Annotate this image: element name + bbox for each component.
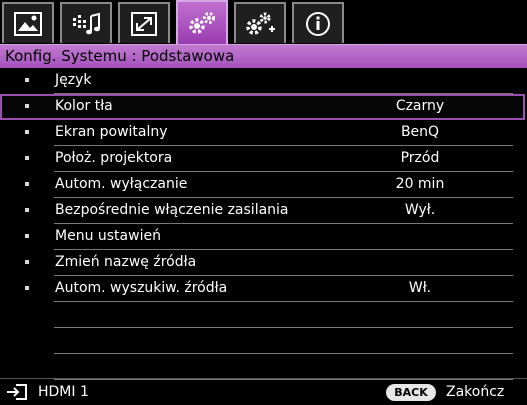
bullet-icon <box>25 130 29 134</box>
tab-display[interactable] <box>118 2 170 43</box>
settings-list: Język Kolor tła Czarny Ekran powitalny B… <box>0 68 527 380</box>
bullet-icon <box>25 78 29 82</box>
menu-item-label: Położ. projektora <box>55 150 173 166</box>
menu-item-label: Zmień nazwę źródła <box>55 254 197 270</box>
menu-item-value <box>360 250 480 275</box>
menu-item-value: Czarny <box>395 98 445 114</box>
menu-item-label: Bezpośrednie włączenie zasilania <box>55 202 289 218</box>
menu-item-background-color[interactable]: Kolor tła Czarny <box>0 94 525 120</box>
menu-item-rename-source[interactable]: Zmień nazwę źródła <box>0 250 527 276</box>
menu-header: Konfig. Systemu : Podstawowa <box>0 44 527 68</box>
bullet-icon <box>25 104 29 108</box>
bullet-icon <box>25 260 29 264</box>
input-source-icon <box>7 384 27 400</box>
menu-item-language[interactable]: Język <box>0 68 527 94</box>
tab-information[interactable] <box>292 2 344 43</box>
menu-item-projector-position[interactable]: Położ. projektora Przód <box>0 146 527 172</box>
tab-system-setup-basic[interactable] <box>176 0 228 44</box>
tab-picture[interactable] <box>2 2 54 43</box>
back-button[interactable]: BACK <box>386 384 436 401</box>
menu-item-direct-power-on[interactable]: Bezpośrednie włączenie zasilania Wył. <box>0 198 527 224</box>
menu-item-label: Menu ustawień <box>55 228 161 244</box>
bullet-icon <box>25 208 29 212</box>
menu-item-splash-screen[interactable]: Ekran powitalny BenQ <box>0 120 527 146</box>
menu-item-value: Wył. <box>404 202 436 218</box>
menu-item-label: Język <box>55 72 92 88</box>
bullet-icon <box>25 286 29 290</box>
tab-system-setup-advanced[interactable] <box>234 2 286 43</box>
menu-item-label: Ekran powitalny <box>55 124 168 140</box>
menu-tab-bar <box>0 0 527 44</box>
menu-item-menu-settings[interactable]: Menu ustawień <box>0 224 527 250</box>
menu-item-value: Przód <box>400 150 440 166</box>
empty-row <box>0 354 527 380</box>
menu-item-value: BenQ <box>400 124 440 140</box>
menu-item-label: Autom. wyszukiw. źródła <box>55 280 228 296</box>
display-icon <box>131 11 157 36</box>
bullet-icon <box>25 156 29 160</box>
menu-item-value <box>360 68 480 93</box>
system-setup-basic-icon <box>189 12 215 34</box>
audio-settings-icon <box>73 12 100 34</box>
menu-item-label: Kolor tła <box>55 98 113 114</box>
picture-icon <box>14 11 42 36</box>
page-title: Konfig. Systemu : Podstawowa <box>5 47 235 65</box>
bullet-icon <box>25 234 29 238</box>
bullet-icon <box>25 182 29 186</box>
status-bar: HDMI 1 BACK Zakończ <box>0 378 527 405</box>
menu-item-label: Autom. wyłączanie <box>55 176 188 192</box>
menu-item-value <box>360 224 480 249</box>
exit-label: Zakończ <box>446 384 505 400</box>
system-setup-advanced-icon <box>246 12 275 35</box>
current-source: HDMI 1 <box>38 384 89 400</box>
empty-row <box>0 328 527 354</box>
menu-item-value: Wł. <box>408 280 432 296</box>
information-icon <box>306 11 330 36</box>
menu-item-auto-source-search[interactable]: Autom. wyszukiw. źródła Wł. <box>0 276 527 302</box>
menu-item-value: 20 min <box>395 176 445 192</box>
menu-item-auto-power-off[interactable]: Autom. wyłączanie 20 min <box>0 172 527 198</box>
projector-osd-menu: Konfig. Systemu : Podstawowa Język Kolor… <box>0 0 527 405</box>
empty-row <box>0 302 527 328</box>
tab-audio-settings[interactable] <box>60 2 112 43</box>
